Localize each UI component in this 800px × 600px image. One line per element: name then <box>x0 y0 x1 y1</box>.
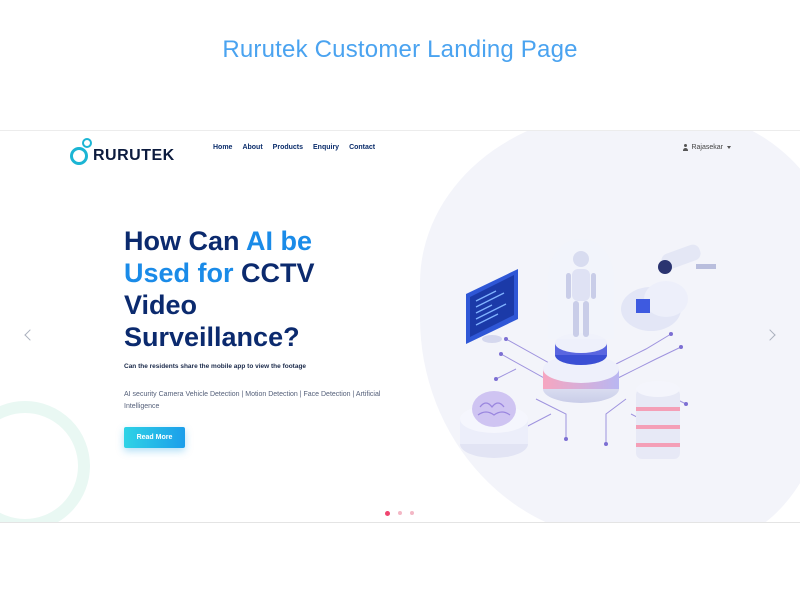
landing-page-preview: RURUTEK Home About Products Enquiry Cont… <box>0 130 800 523</box>
ai-robot-illustration <box>460 239 716 459</box>
robot-pedestal <box>543 333 619 403</box>
hero-subheading: Can the residents share the mobile app t… <box>124 363 307 370</box>
read-more-button[interactable]: Read More <box>124 427 185 448</box>
carousel-dot-3[interactable] <box>410 511 414 515</box>
database-icon <box>636 381 680 459</box>
logo-icon <box>70 136 92 166</box>
cctv-camera-icon <box>658 244 716 274</box>
main-nav: Home About Products Enquiry Contact <box>213 144 375 151</box>
headline-part1: How Can <box>124 226 247 256</box>
chevron-down-icon <box>727 146 731 149</box>
cloud-icon <box>621 281 688 331</box>
logo[interactable]: RURUTEK <box>70 133 175 169</box>
nav-enquiry[interactable]: Enquiry <box>313 144 339 151</box>
logo-text: RURUTEK <box>93 146 175 164</box>
hero-description: AI security Camera Vehicle Detection | M… <box>124 391 381 410</box>
user-icon <box>682 144 688 151</box>
chevron-left-icon[interactable] <box>24 329 36 341</box>
brain-icon <box>460 391 528 458</box>
nav-products[interactable]: Products <box>273 144 303 151</box>
carousel-dots <box>385 510 414 516</box>
hero-headline: How Can AI be Used for CCTV Video Survei… <box>124 225 354 353</box>
carousel-dot-2[interactable] <box>398 511 402 515</box>
carousel-dot-1[interactable] <box>385 510 390 516</box>
nav-contact[interactable]: Contact <box>349 144 375 151</box>
monitor-icon <box>466 269 518 344</box>
nav-home[interactable]: Home <box>213 144 232 151</box>
background-ring <box>0 401 90 522</box>
page-title: Rurutek Customer Landing Page <box>222 36 578 63</box>
robot-figure <box>548 239 614 339</box>
page: Rurutek Customer Landing Page RURUTEK Ho… <box>0 0 800 600</box>
user-name: Rajasekar <box>691 144 723 151</box>
user-menu[interactable]: Rajasekar <box>682 144 731 151</box>
nav-about[interactable]: About <box>242 144 262 151</box>
